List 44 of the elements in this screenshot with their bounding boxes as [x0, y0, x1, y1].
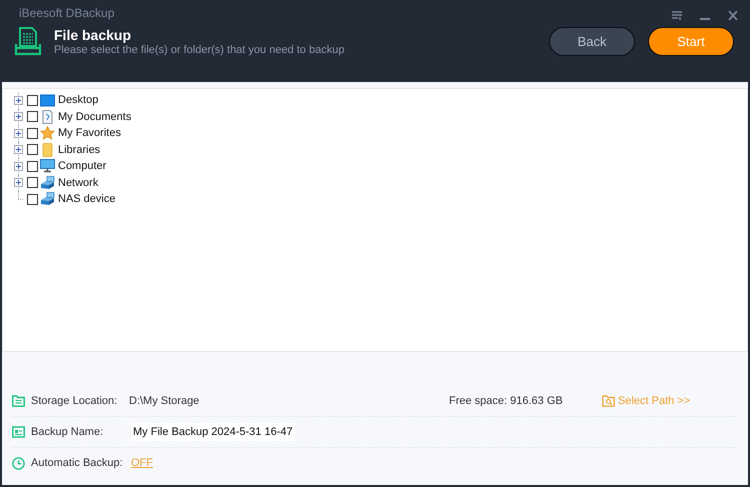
folder-search-icon	[602, 395, 615, 407]
page-subtitle: Please select the file(s) or folder(s) that you need to backup	[54, 44, 346, 56]
checkbox[interactable]	[27, 111, 38, 122]
checkbox[interactable]	[27, 128, 38, 139]
network-drive-icon	[40, 176, 55, 190]
network-drive-icon	[40, 192, 55, 206]
menu-icon[interactable]	[672, 10, 682, 20]
free-space-text: Free space: 916.63 GB	[449, 395, 564, 407]
document-tray-icon	[14, 26, 42, 56]
checkbox[interactable]	[27, 144, 38, 156]
backup-name-label: Backup Name:	[31, 426, 104, 438]
backup-name-field[interactable]: My File Backup 2024-5-31 16-47	[131, 423, 295, 441]
monitor-icon	[40, 94, 55, 107]
clock-icon	[12, 456, 25, 470]
expand-icon[interactable]	[14, 96, 23, 105]
star-icon	[40, 126, 55, 140]
tree-item-label[interactable]: Network	[58, 176, 98, 189]
tree-item-label[interactable]: My Documents	[58, 110, 132, 123]
window-title: iBeesoft DBackup	[19, 6, 116, 20]
close-icon[interactable]	[728, 10, 738, 20]
expand-icon[interactable]	[14, 112, 23, 122]
folder-icon	[40, 142, 55, 157]
tree-item-label[interactable]: Computer	[58, 160, 106, 172]
id-card-icon	[12, 426, 25, 438]
tree-item-label[interactable]: My Favorites	[58, 127, 121, 140]
back-button[interactable]: Back	[549, 26, 635, 56]
expand-icon[interactable]	[14, 162, 23, 171]
storage-location-value: D:\My Storage	[129, 395, 200, 407]
checkbox[interactable]	[27, 194, 38, 205]
folder-list-icon	[12, 395, 25, 407]
expand-icon[interactable]	[14, 178, 23, 188]
expand-icon[interactable]	[14, 128, 23, 138]
expand-icon[interactable]	[14, 145, 23, 154]
tree-item-label[interactable]: NAS device	[58, 193, 116, 206]
tree-item-label[interactable]: Desktop	[58, 94, 98, 106]
checkbox[interactable]	[27, 160, 38, 172]
tree-item-label[interactable]: Libraries	[58, 144, 100, 156]
page-title: File backup	[54, 26, 132, 42]
checkbox[interactable]	[27, 177, 38, 188]
document-icon	[40, 110, 55, 124]
storage-location-label: Storage Location:	[31, 395, 118, 407]
computer-icon	[40, 159, 55, 174]
checkbox[interactable]	[27, 94, 38, 106]
automatic-backup-label: Automatic Backup:	[31, 457, 124, 469]
